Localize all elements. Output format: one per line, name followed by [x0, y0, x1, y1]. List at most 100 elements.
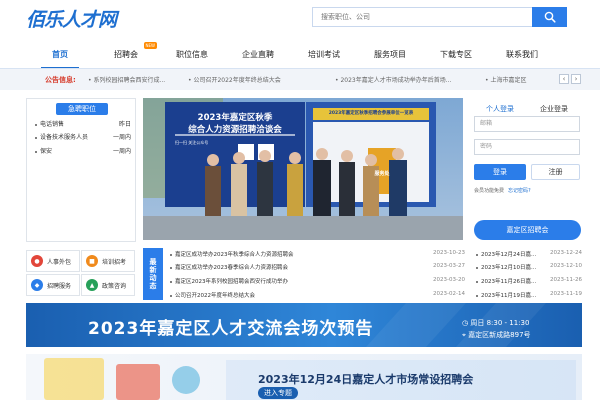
nav-jobs[interactable]: 职位信息: [159, 42, 225, 68]
banner-title: 2023年12月24日嘉定人才市场常设招聘会: [258, 373, 474, 386]
services-grid: ● 人事外包 ■ 培训招考 ◆ 招聘服务 ▲ 政策咨询: [26, 250, 136, 296]
notice-item[interactable]: • 公司召开2022年度年终总结大会: [188, 75, 281, 84]
nav-label: 下载专区: [440, 50, 472, 59]
nav-training[interactable]: 培训考试: [291, 42, 357, 68]
job-fair-news-row[interactable]: 2023年11月26日嘉... 2023-11-26: [476, 277, 582, 285]
nav-downloads[interactable]: 下载专区: [423, 42, 489, 68]
event-photo[interactable]: 2023年嘉定区秋季 综合人力资源招聘洽谈会 2023年嘉定区秋季招聘会参展单位…: [143, 98, 463, 240]
news-row[interactable]: 嘉定区成功举办2023年秋季综合人力资源招聘会 2023-10-23: [170, 250, 465, 258]
service-label: 招聘服务: [47, 282, 72, 290]
job-fair-special-banner[interactable]: 2023年12月24日嘉定人才市场常设招聘会 进入专题: [26, 354, 582, 400]
jiading-job-fair-button[interactable]: 嘉定区招聘会: [474, 220, 581, 240]
news-title: 2023年12月24日嘉...: [481, 252, 537, 258]
banner-title: 2023年嘉定区人才交流会场次预告: [88, 319, 374, 339]
news-row[interactable]: 嘉定区成功举办2023春季综合人力资源招聘会 2023-03-27: [170, 263, 465, 271]
login-links: 会员功能免费 忘记密码?: [474, 187, 531, 194]
search-button[interactable]: [532, 7, 567, 27]
email-field[interactable]: 邮箱: [474, 116, 580, 132]
news-row[interactable]: 公司召开2022年度年终总结大会 2023-02-14: [170, 291, 465, 299]
site-logo[interactable]: 佰乐人才网: [26, 5, 117, 32]
notice-item[interactable]: • 上海市嘉定区: [485, 75, 526, 84]
job-title: 设备技术服务人员: [40, 134, 89, 141]
service-label: 培训招考: [102, 258, 127, 266]
service-policy[interactable]: ▲ 政策咨询: [81, 274, 135, 296]
next-arrow-icon[interactable]: ›: [571, 74, 581, 84]
notice-item[interactable]: • 2023年嘉定人才市场成功举办年后首场...: [335, 75, 451, 84]
photo-caption-line: 综合人力资源招聘洽谈会: [188, 125, 282, 135]
nav-services[interactable]: 服务项目: [357, 42, 423, 68]
news-row[interactable]: 嘉定区2023年系列校园招聘会西安行成功举办 2023-03-20: [170, 277, 465, 285]
clock-icon: ◷: [462, 319, 469, 327]
main-nav: 首页 招聘会 NEW 职位信息 企业直聘 培训考试 服务项目 下载专区 联系我们: [0, 42, 600, 69]
news-title: 嘉定区成功举办2023年秋季综合人力资源招聘会: [175, 252, 294, 258]
urgent-job-row[interactable]: 设备技术服务人员 一周内: [35, 132, 131, 141]
nav-label: 服务项目: [374, 50, 406, 59]
nav-companies[interactable]: 企业直聘: [225, 42, 291, 68]
urgent-jobs-panel: 急聘职位 电话销售 昨日 设备技术服务人员 一周内 保安 一周内: [26, 98, 136, 242]
search-input[interactable]: [313, 8, 532, 26]
job-time: 一周内: [112, 134, 131, 141]
service-label: 政策咨询: [102, 282, 127, 290]
news-date: 2023-11-19: [550, 291, 582, 297]
free-register-text: 会员功能免费: [474, 188, 505, 194]
photo-sign: 服务处: [374, 171, 390, 177]
photo-board-title: 2023年嘉定区秋季招聘会参展单位一览表: [328, 111, 414, 116]
photo-caption: 2023年嘉定区秋季 综合人力资源招聘洽谈会: [167, 112, 303, 136]
banner-time-text: 周日 8:30 - 11:30: [470, 319, 530, 327]
news-date: 2023-11-26: [550, 277, 582, 283]
notice-text: 2023年嘉定人才市场成功举办年后首场...: [340, 77, 452, 84]
banner-address: ⌖ 嘉定区新成路897号: [462, 330, 531, 340]
tab-personal-login[interactable]: 个人登录: [486, 104, 514, 114]
tab-company-login[interactable]: 企业登录: [540, 104, 568, 114]
news-date: 2023-03-20: [433, 277, 465, 283]
notice-text: 上海市嘉定区: [490, 77, 527, 84]
nav-contact[interactable]: 联系我们: [489, 42, 555, 68]
megaphone-icon: ◆: [31, 279, 43, 291]
search-box: [312, 7, 532, 27]
notice-arrows: ‹ ›: [559, 74, 581, 84]
location-icon: ⌖: [462, 331, 466, 339]
notice-text: 系列校园招聘会西安行成...: [93, 77, 166, 84]
job-fair-news-row[interactable]: 2023年11月19日嘉... 2023-11-19: [476, 291, 582, 299]
service-recruitment[interactable]: ◆ 招聘服务: [26, 274, 80, 296]
service-label: 人事外包: [47, 258, 72, 266]
urgent-job-row[interactable]: 电话销售 昨日: [35, 119, 131, 128]
book-icon: ■: [86, 255, 98, 267]
login-button[interactable]: 登录: [474, 164, 526, 180]
nav-home[interactable]: 首页: [27, 42, 93, 69]
news-date: 2023-12-10: [550, 263, 582, 269]
password-field[interactable]: 密码: [474, 139, 580, 155]
password-placeholder: 密码: [480, 143, 493, 150]
register-button[interactable]: 注册: [531, 164, 580, 180]
job-fair-schedule-banner[interactable]: 2023年嘉定区人才交流会场次预告 ◷ 周日 8:30 - 11:30 ⌖ 嘉定…: [26, 303, 582, 347]
job-fair-news-row[interactable]: 2023年12月10日嘉... 2023-12-10: [476, 263, 582, 271]
search-icon: [544, 11, 556, 23]
job-title: 保安: [40, 148, 53, 155]
notice-item[interactable]: • 系列校园招聘会西安行成...: [88, 75, 165, 84]
service-personnel-outsourcing[interactable]: ● 人事外包: [26, 250, 80, 272]
service-training[interactable]: ■ 培训招考: [81, 250, 135, 272]
job-title: 电话销售: [40, 121, 65, 128]
job-time: 昨日: [118, 121, 131, 128]
news-date: 2023-03-27: [433, 263, 465, 269]
person-icon: ●: [31, 255, 43, 267]
new-badge: NEW: [143, 42, 157, 49]
photo-qr-text: 扫一扫 关注公众号: [175, 140, 209, 145]
news-title: 2023年11月19日嘉...: [481, 293, 537, 299]
news-title: 2023年11月26日嘉...: [481, 279, 537, 285]
email-placeholder: 邮箱: [480, 120, 493, 127]
urgent-job-row[interactable]: 保安 一周内: [35, 146, 131, 155]
news-title: 嘉定区成功举办2023春季综合人力资源招聘会: [175, 265, 288, 271]
news-title: 嘉定区2023年系列校园招聘会西安行成功举办: [175, 279, 288, 285]
forgot-password-link[interactable]: 忘记密码?: [508, 188, 531, 194]
enter-topic-button[interactable]: 进入专题: [258, 387, 298, 399]
nav-job-fair[interactable]: 招聘会 NEW: [93, 42, 159, 68]
nav-label: 招聘会: [114, 50, 138, 59]
nav-label: 培训考试: [308, 50, 340, 59]
nav-label: 企业直聘: [242, 50, 274, 59]
notice-label: 公告信息:: [45, 76, 76, 84]
prev-arrow-icon[interactable]: ‹: [559, 74, 569, 84]
banner-address-text: 嘉定区新成路897号: [468, 331, 531, 339]
urgent-jobs-title: 急聘职位: [56, 103, 108, 115]
job-fair-news-row[interactable]: 2023年12月24日嘉... 2023-12-24: [476, 250, 582, 258]
